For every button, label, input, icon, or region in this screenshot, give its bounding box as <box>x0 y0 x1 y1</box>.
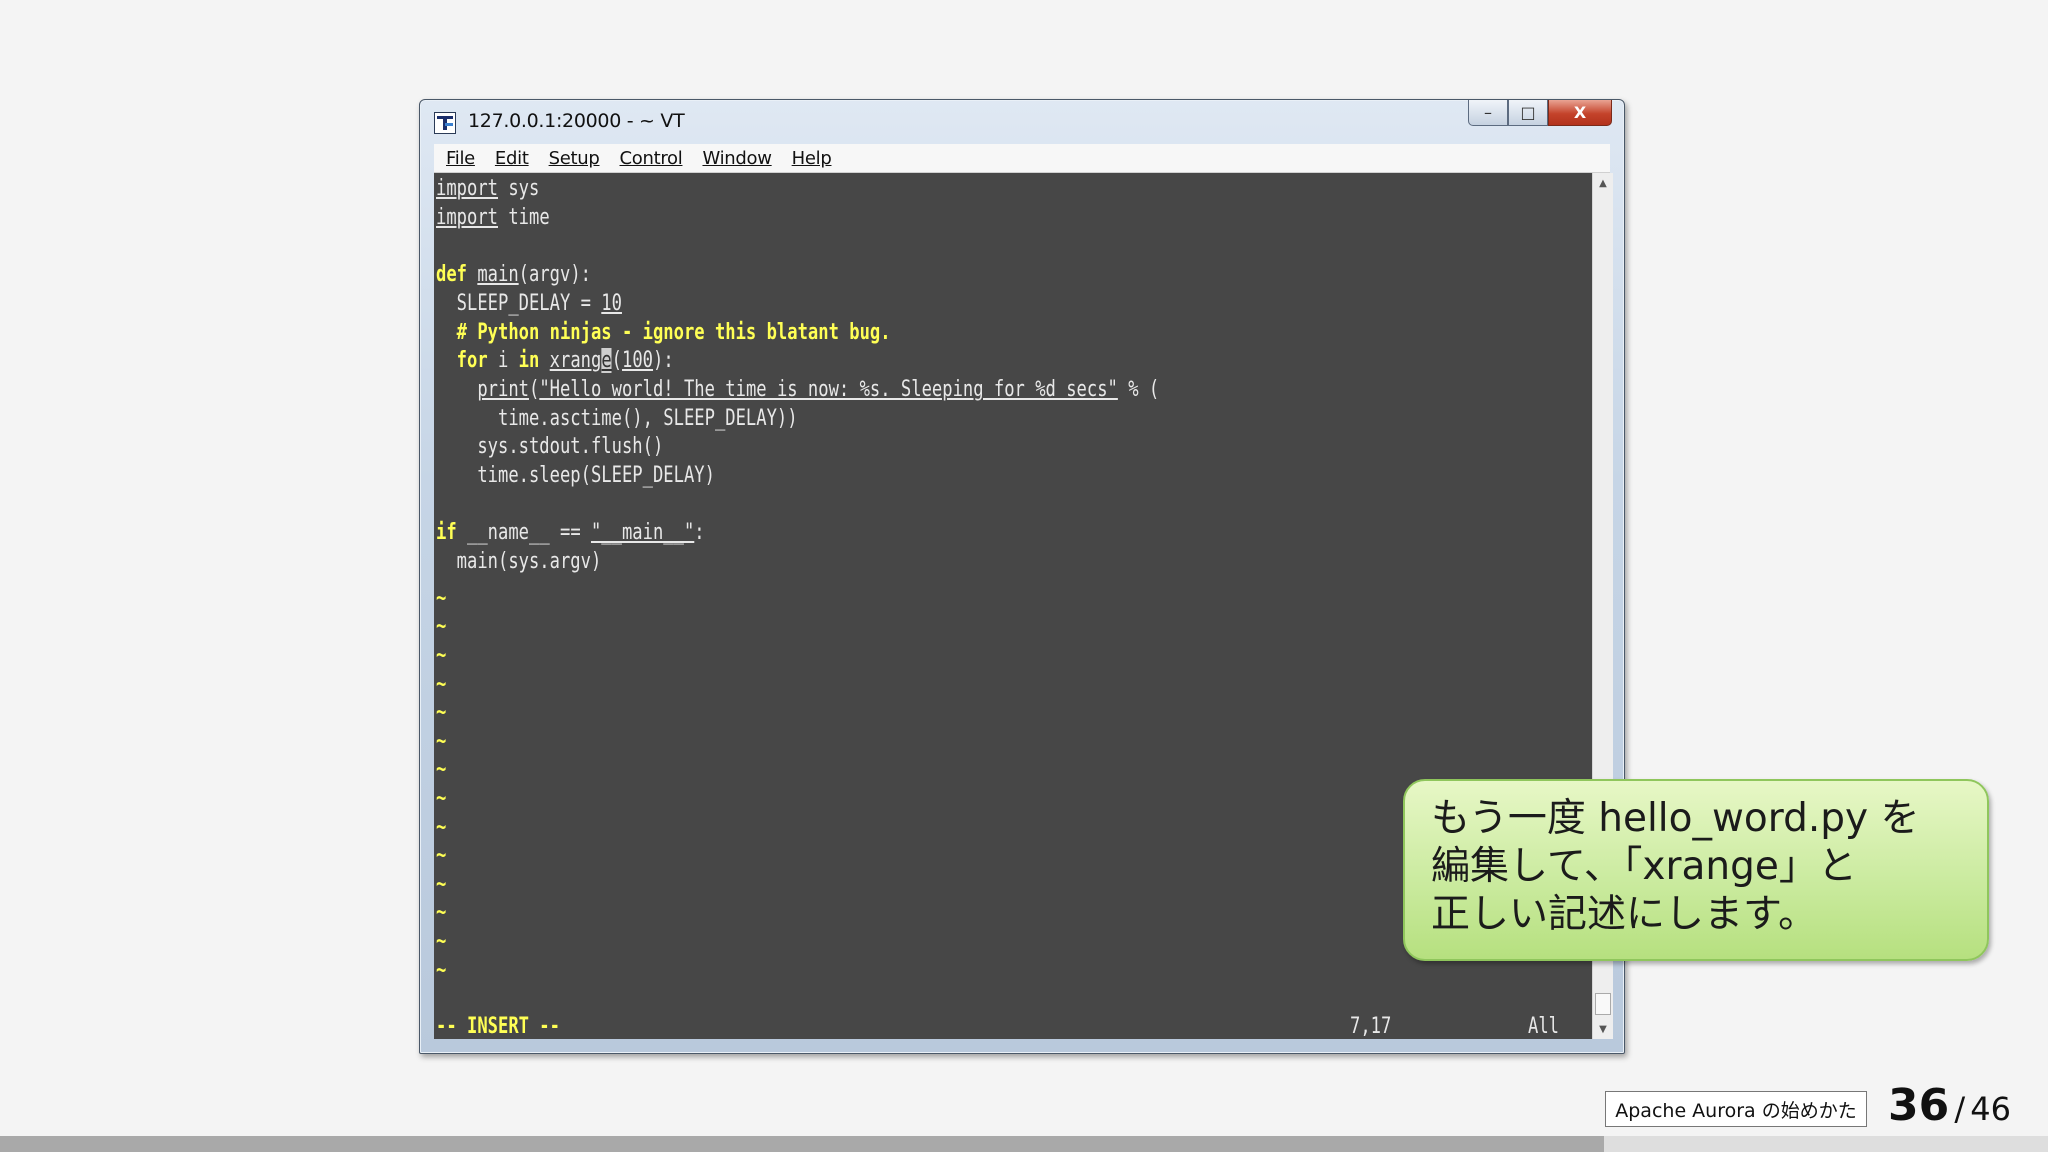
empty-buffer-line: ~ <box>436 614 447 640</box>
scroll-down-button[interactable]: ▼ <box>1593 1019 1613 1039</box>
teraterm-app-icon[interactable] <box>434 112 456 134</box>
empty-buffer-line: ~ <box>436 900 447 926</box>
menu-file[interactable]: File <box>446 148 475 169</box>
empty-buffer-line: ~ <box>436 671 447 697</box>
close-button[interactable]: X <box>1548 100 1612 126</box>
empty-buffer-line: ~ <box>436 728 447 754</box>
menu-window[interactable]: Window <box>702 148 771 169</box>
code-line: import time <box>436 204 550 230</box>
arrow-up-icon: ▲ <box>1599 177 1607 189</box>
empty-buffer-line: ~ <box>436 843 447 869</box>
code-line: SLEEP_DELAY = 10 <box>436 290 622 316</box>
empty-buffer-line: ~ <box>436 643 447 668</box>
callout-line: もう一度 hello_word.py を <box>1431 796 1920 841</box>
code-line: main(sys.argv) <box>436 549 602 575</box>
code-line: time.sleep(SLEEP_DELAY) <box>436 463 715 488</box>
window-title: 127.0.0.1:20000 - ~ VT <box>468 110 685 132</box>
menu-edit[interactable]: Edit <box>495 148 529 169</box>
slide-progress-fill <box>0 1136 1604 1152</box>
callout-line: 正しい記述にします。 <box>1431 892 1818 937</box>
minimize-button[interactable]: – <box>1468 100 1508 126</box>
code-line: sys.stdout.flush() <box>436 434 664 460</box>
empty-buffer-line: ~ <box>436 814 447 840</box>
insert-mode-indicator: -- INSERT -- <box>436 1014 560 1039</box>
page-separator: / <box>1954 1090 1966 1128</box>
scroll-status: All <box>1528 1014 1560 1039</box>
vim-status-line: -- INSERT -- 7,17 All <box>436 1013 1586 1039</box>
empty-buffer-line: ~ <box>436 757 447 783</box>
minimize-icon: – <box>1484 103 1492 122</box>
code-line: # Python ninjas - ignore this blatant bu… <box>436 319 891 345</box>
menu-help[interactable]: Help <box>792 148 832 169</box>
menu-control[interactable]: Control <box>620 148 683 169</box>
menu-bar: File Edit Setup Control Window Help <box>434 144 1610 173</box>
scroll-up-button[interactable]: ▲ <box>1593 173 1613 193</box>
title-bar[interactable]: 127.0.0.1:20000 - ~ VT – □ X <box>420 100 1624 142</box>
code-line: print("Hello world! The time is now: %s.… <box>477 376 1160 402</box>
code-line: if __name__ == "__main__": <box>436 520 705 546</box>
page-number: 36 / 46 <box>1888 1080 2011 1131</box>
close-icon: X <box>1573 103 1587 122</box>
code-line: for i in xrange(100): <box>456 348 674 374</box>
menu-setup[interactable]: Setup <box>549 148 600 169</box>
current-page: 36 <box>1888 1080 1950 1131</box>
code-line: import sys <box>436 176 540 201</box>
total-pages: 46 <box>1970 1090 2011 1128</box>
callout-note: もう一度 hello_word.py を 編集して、「xrange」と 正しい記… <box>1403 779 1989 961</box>
empty-buffer-line: ~ <box>436 957 447 983</box>
slide-progress-bar <box>0 1136 2048 1152</box>
callout-line: 編集して、「xrange」と <box>1431 844 1857 889</box>
code-line: time.asctime(), SLEEP_DELAY)) <box>436 405 798 431</box>
empty-buffer-line: ~ <box>436 929 447 954</box>
empty-buffer-line: ~ <box>436 585 447 611</box>
empty-buffer-line: ~ <box>436 871 447 897</box>
empty-buffer-line: ~ <box>436 700 447 726</box>
presentation-title: Apache Aurora の始めかた <box>1605 1091 1867 1127</box>
maximize-icon: □ <box>1520 103 1536 122</box>
code-line: def main(argv): <box>436 262 591 288</box>
arrow-down-icon: ▼ <box>1599 1023 1607 1035</box>
empty-buffer-line: ~ <box>436 786 447 811</box>
cursor-position: 7,17 <box>1350 1014 1392 1039</box>
scrollbar-thumb[interactable] <box>1595 993 1611 1015</box>
maximize-button[interactable]: □ <box>1508 100 1548 126</box>
